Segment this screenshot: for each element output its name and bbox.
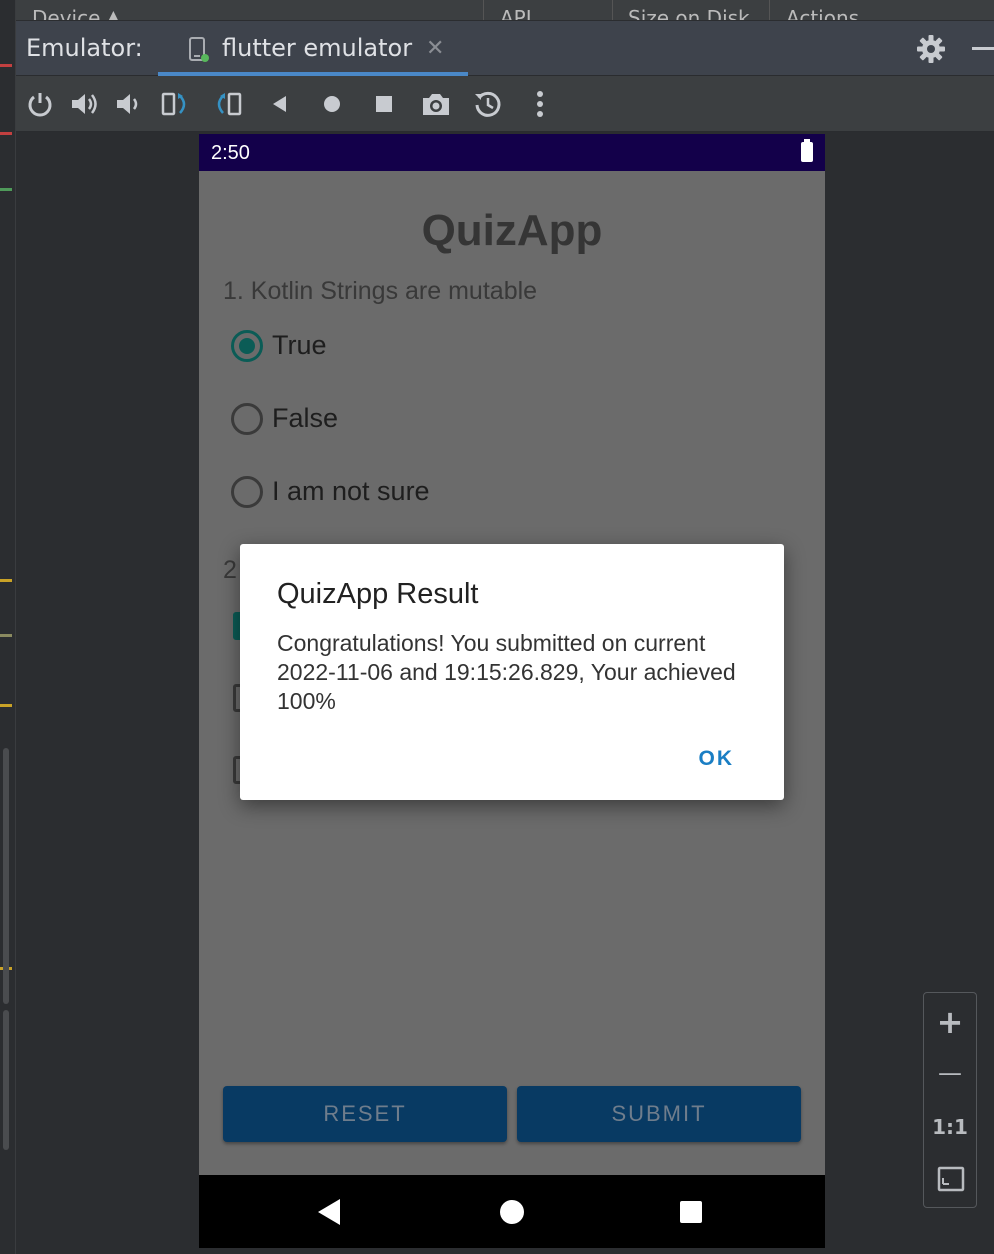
tab-title: flutter emulator [222,34,413,62]
gutter-scrollbar[interactable] [3,1010,9,1150]
fit-screen-icon[interactable] [937,1166,965,1192]
app-title: QuizApp [421,206,603,255]
option-true[interactable]: True [231,330,631,364]
volume-up-icon[interactable] [68,88,100,120]
status-time: 2:50 [211,142,250,164]
radio-button[interactable] [231,403,263,435]
question-1: 1. Kotlin Strings are mutable [223,277,538,305]
option-label: False [272,403,339,433]
android-nav-bar [199,1175,825,1248]
more-icon[interactable] [524,88,556,120]
status-bar: 2:50 [199,134,825,171]
nav-back-icon[interactable] [318,1199,340,1225]
tab-flutter-emulator[interactable]: flutter emulator ✕ [158,21,468,76]
column-size-on-disk[interactable]: Size on Disk [628,6,750,20]
zoom-out-icon[interactable]: — [924,1059,976,1087]
zoom-in-icon[interactable]: + [924,1003,976,1041]
column-device[interactable]: Device [32,6,100,20]
volume-down-icon[interactable] [112,88,144,120]
ok-button[interactable]: OK [699,747,735,771]
option-label: I am not sure [272,476,430,506]
gutter-marker [0,188,12,191]
sort-arrow-icon: ▲ [108,8,119,21]
dialog-title: QuizApp Result [277,578,479,610]
question-2: 2 [223,556,237,584]
snapshot-icon[interactable] [472,88,504,120]
zoom-controls: + — 1:1 [923,992,977,1208]
device-icon [189,37,209,62]
power-icon[interactable] [24,88,56,120]
screenshot-icon[interactable] [420,88,452,120]
emulator-toolbar [16,76,994,132]
editor-gutter [0,0,16,1254]
reset-button[interactable]: RESET [223,1086,507,1142]
rotate-right-icon[interactable] [212,88,244,120]
emulator-tab-bar: Emulator: flutter emulator ✕ [16,21,994,76]
gutter-marker [0,579,12,582]
zoom-one-to-one[interactable]: 1:1 [924,1115,976,1139]
gear-icon[interactable] [916,34,946,64]
battery-icon [801,139,813,162]
overview-icon[interactable] [368,88,400,120]
column-actions[interactable]: Actions [786,6,859,20]
column-divider [612,0,613,20]
nav-recents-icon[interactable] [680,1201,702,1223]
option-not-sure[interactable]: I am not sure [231,476,631,510]
gutter-marker [0,704,12,707]
home-icon[interactable] [316,88,348,120]
gutter-marker [0,634,12,637]
dialog-message: Congratulations! You submitted on curren… [277,630,736,714]
submit-button[interactable]: SUBMIT [517,1086,801,1142]
gutter-marker [0,64,12,67]
device-manager-header: Device ▲ API Size on Disk Actions [16,0,994,21]
gutter-scrollbar[interactable] [3,748,9,1004]
option-false[interactable]: False [231,403,631,437]
radio-button[interactable] [231,330,263,362]
column-api[interactable]: API [500,6,532,20]
back-icon[interactable] [264,88,296,120]
result-dialog: QuizApp Result Congratulations! You subm… [240,544,784,800]
rotate-left-icon[interactable] [160,88,192,120]
close-icon[interactable]: ✕ [426,36,444,61]
column-divider [769,0,770,20]
column-divider [483,0,484,20]
nav-home-icon[interactable] [500,1200,524,1224]
emulator-label: Emulator: [26,34,143,62]
minimize-icon[interactable] [972,47,994,50]
radio-button[interactable] [231,476,263,508]
option-label: True [272,330,327,360]
gutter-marker [0,132,12,135]
